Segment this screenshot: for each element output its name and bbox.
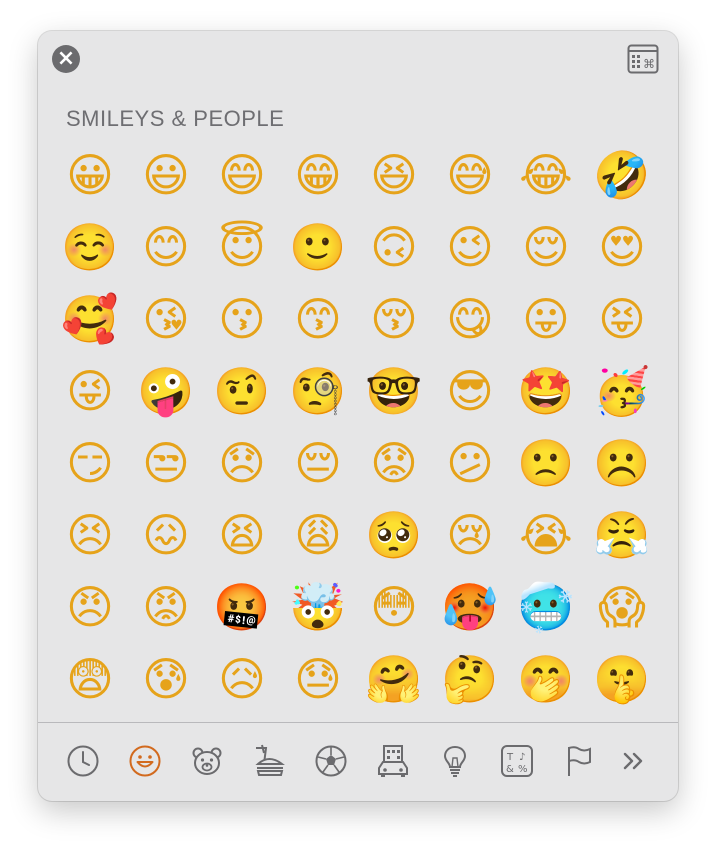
emoji-face-hand-over-mouth[interactable]: 🤭: [508, 643, 584, 715]
emoji-sad-relieved-face[interactable]: 😥: [204, 643, 280, 715]
emoji-squinting-face-tongue[interactable]: 😝: [584, 283, 660, 355]
emoji-angry-face[interactable]: 😠: [52, 571, 128, 643]
double-chevron-icon: [623, 752, 643, 770]
emoji-unamused-face[interactable]: 😒: [128, 427, 204, 499]
emoji-thinking-face[interactable]: 🤔: [432, 643, 508, 715]
emoji-face-tongue[interactable]: 😛: [508, 283, 584, 355]
emoji-cold-face[interactable]: 🥶: [508, 571, 584, 643]
emoji-face-symbols-mouth[interactable]: 🤬: [204, 571, 280, 643]
emoji-face-tears-of-joy[interactable]: 😂: [508, 139, 584, 211]
emoji-smiling-face-sunglasses[interactable]: 😎: [432, 355, 508, 427]
emoji-slightly-smiling-face[interactable]: 🙂: [280, 211, 356, 283]
emoji-loudly-crying-face[interactable]: 😭: [508, 499, 584, 571]
tab-frequently-used[interactable]: [65, 743, 101, 779]
emoji-anxious-face-sweat[interactable]: 😰: [128, 643, 204, 715]
emoji-slightly-frowning-face[interactable]: 🙁: [508, 427, 584, 499]
emoji-heart-eyes[interactable]: 😍: [584, 211, 660, 283]
emoji-face-steam-nose[interactable]: 😤: [584, 499, 660, 571]
emoji-grinning-face[interactable]: 😀: [52, 139, 128, 211]
emoji-smiling-face-hearts[interactable]: 🥰: [52, 283, 128, 355]
emoji-star-struck[interactable]: 🤩: [508, 355, 584, 427]
emoji-fearful-face[interactable]: 😨: [52, 643, 128, 715]
close-button[interactable]: ×: [52, 45, 80, 73]
emoji-downcast-face-sweat[interactable]: 😓: [280, 643, 356, 715]
character-viewer-icon: ⌘: [627, 44, 659, 74]
emoji-disappointed-face[interactable]: 😞: [204, 427, 280, 499]
emoji-smirking-face[interactable]: 😏: [52, 427, 128, 499]
emoji-tired-face[interactable]: 😫: [204, 499, 280, 571]
emoji-kissing-face[interactable]: 😗: [204, 283, 280, 355]
clock-icon: [67, 745, 99, 777]
category-tab-bar: T ♪ & %: [38, 723, 678, 801]
section-title: SMILEYS & PEOPLE: [66, 106, 285, 131]
emoji-face-screaming-fear[interactable]: 😱: [584, 571, 660, 643]
bear-icon: [192, 747, 222, 775]
emoji-face-raised-eyebrow[interactable]: 🤨: [204, 355, 280, 427]
emoji-pleading-face[interactable]: 🥺: [356, 499, 432, 571]
emoji-rolling-on-floor-laughing[interactable]: 🤣: [584, 139, 660, 211]
emoji-confused-face[interactable]: 😕: [432, 427, 508, 499]
emoji-face-monocle[interactable]: 🧐: [280, 355, 356, 427]
emoji-weary-face[interactable]: 😩: [280, 499, 356, 571]
building-car-icon: [378, 745, 408, 777]
emoji-persevering-face[interactable]: 😣: [52, 499, 128, 571]
emoji-face-blowing-kiss[interactable]: 😘: [128, 283, 204, 355]
soccer-ball-icon: [315, 745, 347, 777]
svg-text:♪: ♪: [519, 752, 525, 763]
svg-text:⌘: ⌘: [643, 57, 655, 71]
lightbulb-icon: [443, 745, 467, 777]
tab-activity[interactable]: [313, 743, 349, 779]
emoji-smiling-face-smiling-eyes[interactable]: 😊: [128, 211, 204, 283]
more-categories-button[interactable]: [616, 743, 652, 779]
emoji-crying-face[interactable]: 😢: [432, 499, 508, 571]
tab-food-drink[interactable]: [251, 743, 287, 779]
emoji-shushing-face[interactable]: 🤫: [584, 643, 660, 715]
emoji-winking-face-tongue[interactable]: 😜: [52, 355, 128, 427]
svg-text:%: %: [518, 764, 528, 775]
emoji-pouting-face[interactable]: 😡: [128, 571, 204, 643]
emoji-picker-panel: × ⌘ SMILEYS & PEOPLE 😀 😃 😄 😁 😆 😅 😂 🤣 ☺️ 😊 😇 🙂 🙃 😉 😌 😍 🥰 😘…: [38, 31, 678, 801]
tab-animals-nature[interactable]: [189, 743, 225, 779]
emoji-winking-face[interactable]: 😉: [432, 211, 508, 283]
emoji-grinning-squinting-face[interactable]: 😆: [356, 139, 432, 211]
emoji-grinning-face-sweat[interactable]: 😅: [432, 139, 508, 211]
emoji-smiling-face[interactable]: ☺️: [52, 211, 128, 283]
emoji-worried-face[interactable]: 😟: [356, 427, 432, 499]
symbols-icon: T ♪ & %: [501, 745, 533, 777]
emoji-grid: 😀 😃 😄 😁 😆 😅 😂 🤣 ☺️ 😊 😇 🙂 🙃 😉 😌 😍 🥰 😘 😗 😙 😚 😋 😛 😝 😜 🤪 🤨 🧐 🤓 😎 🤩 🥳 😏 😒 😞 😔 😟 😕 🙁…: [52, 139, 676, 715]
emoji-grinning-face-big-eyes[interactable]: 😃: [128, 139, 204, 211]
tab-smileys-people[interactable]: [127, 743, 163, 779]
svg-text:&: &: [506, 764, 514, 775]
character-viewer-button[interactable]: ⌘: [627, 44, 659, 74]
emoji-nerd-face[interactable]: 🤓: [356, 355, 432, 427]
flag-icon: [568, 746, 591, 776]
emoji-upside-down-face[interactable]: 🙃: [356, 211, 432, 283]
emoji-flushed-face[interactable]: 😳: [356, 571, 432, 643]
tab-symbols[interactable]: T ♪ & %: [499, 743, 535, 779]
emoji-kissing-face-smiling-eyes[interactable]: 😙: [280, 283, 356, 355]
emoji-face-savoring-food[interactable]: 😋: [432, 283, 508, 355]
emoji-exploding-head[interactable]: 🤯: [280, 571, 356, 643]
svg-text:T: T: [506, 752, 514, 763]
emoji-hot-face[interactable]: 🥵: [432, 571, 508, 643]
emoji-hugging-face[interactable]: 🤗: [356, 643, 432, 715]
emoji-frowning-face[interactable]: ☹️: [584, 427, 660, 499]
emoji-zany-face[interactable]: 🤪: [128, 355, 204, 427]
smiley-icon: [129, 745, 161, 777]
tab-travel-places[interactable]: [375, 743, 411, 779]
emoji-confounded-face[interactable]: 😖: [128, 499, 204, 571]
emoji-kissing-face-closed-eyes[interactable]: 😚: [356, 283, 432, 355]
emoji-pensive-face[interactable]: 😔: [280, 427, 356, 499]
food-icon: [255, 744, 285, 776]
tab-objects[interactable]: [437, 743, 473, 779]
close-icon: ×: [56, 46, 76, 71]
emoji-relieved-face[interactable]: 😌: [508, 211, 584, 283]
emoji-grinning-face-smiling-eyes[interactable]: 😄: [204, 139, 280, 211]
emoji-partying-face[interactable]: 🥳: [584, 355, 660, 427]
emoji-smiling-face-halo[interactable]: 😇: [204, 211, 280, 283]
tab-flags[interactable]: [561, 743, 597, 779]
emoji-beaming-face[interactable]: 😁: [280, 139, 356, 211]
